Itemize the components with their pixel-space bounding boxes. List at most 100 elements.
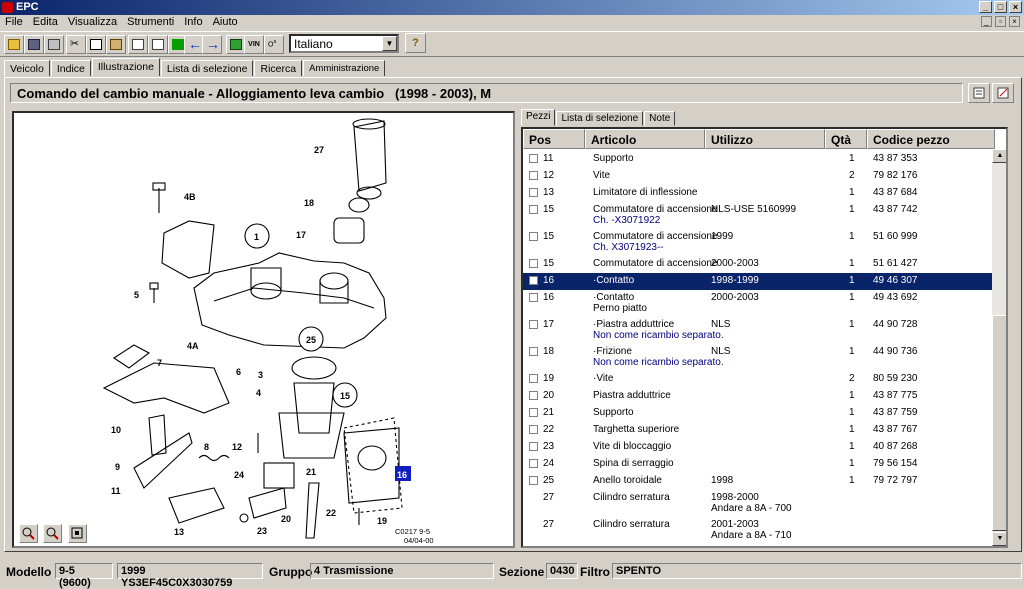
language-select[interactable]: Italiano ▼	[289, 34, 399, 53]
callout-16[interactable]: 16	[397, 470, 407, 480]
parts-diagram[interactable]: 27 18 17 4B 1 5 4A 7 6 3 4 25 15 10 8 12…	[14, 113, 513, 546]
menu-strumenti[interactable]: Strumenti	[122, 15, 179, 30]
callout-8[interactable]: 8	[204, 442, 209, 452]
menu-edita[interactable]: Edita	[28, 15, 63, 30]
cut-button[interactable]: ✂	[66, 35, 86, 54]
tab-amministrazione[interactable]: Amministrazione	[303, 60, 386, 76]
table-row[interactable]: 12 Vite 2 79 82 176	[523, 168, 993, 185]
row-checkbox[interactable]	[529, 171, 538, 180]
callout-20[interactable]: 20	[281, 514, 291, 524]
row-checkbox[interactable]	[529, 259, 538, 268]
row-checkbox[interactable]	[529, 232, 538, 241]
table-row[interactable]: 25 Anello toroidale 1998 1 79 72 797	[523, 473, 993, 490]
menu-file[interactable]: File	[0, 15, 28, 30]
callout-10[interactable]: 10	[111, 425, 121, 435]
close-button[interactable]: ×	[1009, 1, 1022, 13]
menu-visualizza[interactable]: Visualizza	[63, 15, 122, 30]
scroll-thumb[interactable]	[992, 315, 1006, 531]
tool-button-2[interactable]	[148, 35, 168, 54]
row-checkbox[interactable]	[529, 188, 538, 197]
help-button[interactable]: ?	[405, 33, 426, 53]
table-row[interactable]: 19 ·Vite 2 80 59 230	[523, 371, 993, 388]
callout-13[interactable]: 13	[174, 527, 184, 537]
callout-3[interactable]: 3	[258, 370, 263, 380]
callout-11[interactable]: 11	[111, 486, 121, 496]
callout-17[interactable]: 17	[296, 230, 306, 240]
row-checkbox[interactable]	[529, 320, 538, 329]
table-row[interactable]: 27 Cilindro serratura 1998-2000 Andare a 8A…	[523, 490, 993, 517]
callout-18[interactable]: 18	[304, 198, 314, 208]
callout-6[interactable]: 6	[236, 367, 241, 377]
table-row[interactable]: 15 Commutatore di accensione Ch. -X3071922…	[523, 202, 993, 229]
tab-illustrazione[interactable]: Illustrazione	[91, 58, 160, 76]
callout-5[interactable]: 5	[134, 290, 139, 300]
table-row[interactable]: 20 Piastra adduttrice 1 43 87 775	[523, 388, 993, 405]
table-row[interactable]: 15 Commutatore di accensione Ch. X3071923-…	[523, 229, 993, 256]
callout-12[interactable]: 12	[232, 442, 242, 452]
table-row[interactable]: 13 Limitatore di inflessione 1 43 87 684	[523, 185, 993, 202]
table-row[interactable]: 23 Vite di bloccaggio 1 40 87 268	[523, 439, 993, 456]
notes-button[interactable]	[992, 83, 1014, 103]
tab-ricerca[interactable]: Ricerca	[254, 60, 303, 76]
chevron-down-icon[interactable]: ▼	[382, 36, 397, 51]
doc-close-button[interactable]: ×	[1009, 16, 1020, 27]
row-checkbox[interactable]	[529, 374, 538, 383]
tool-button-5[interactable]: Os	[264, 35, 284, 54]
column-header-articolo[interactable]: Articolo	[585, 129, 705, 149]
row-checkbox[interactable]	[529, 347, 538, 356]
table-row[interactable]: 17 ·Piastra adduttrice Non come ricambio s…	[523, 317, 993, 344]
row-checkbox[interactable]	[529, 154, 538, 163]
callout-21[interactable]: 21	[306, 467, 316, 477]
open-button[interactable]	[4, 35, 24, 54]
callout-27[interactable]: 27	[314, 145, 324, 155]
print-button[interactable]	[44, 35, 64, 54]
table-row[interactable]: 15 Commutatore di accensione 2000-2003 1 51 …	[523, 256, 993, 273]
forward-button[interactable]: →	[202, 35, 222, 54]
save-button[interactable]	[24, 35, 44, 54]
doc-restore-button[interactable]: ▫	[995, 16, 1006, 27]
callout-4[interactable]: 4	[256, 388, 261, 398]
column-header-pos[interactable]: Pos	[523, 129, 585, 149]
paste-button[interactable]	[106, 35, 126, 54]
row-checkbox[interactable]	[529, 293, 538, 302]
callout-23[interactable]: 23	[257, 526, 267, 536]
vertical-scrollbar[interactable]: ▲ ▼	[992, 149, 1006, 546]
tool-button-1[interactable]	[128, 35, 148, 54]
menu-aiuto[interactable]: Aiuto	[208, 15, 243, 30]
scroll-up-icon[interactable]: ▲	[992, 149, 1006, 163]
callout-24[interactable]: 24	[234, 470, 244, 480]
row-checkbox[interactable]	[529, 442, 538, 451]
back-button[interactable]: ←	[184, 35, 204, 54]
tab-indice[interactable]: Indice	[50, 60, 91, 76]
scroll-down-icon[interactable]: ▼	[992, 532, 1006, 546]
vin-button[interactable]: VIN	[244, 35, 264, 54]
column-header-qta[interactable]: Qtà	[825, 129, 867, 149]
callout-15[interactable]: 15	[340, 391, 350, 401]
callout-4b[interactable]: 4B	[184, 192, 196, 202]
row-checkbox[interactable]	[529, 205, 538, 214]
table-row[interactable]: 11 Supporto 1 43 87 353	[523, 151, 993, 168]
zoom-fit-button[interactable]	[68, 524, 87, 543]
table-row[interactable]: 22 Targhetta superiore 1 43 87 767	[523, 422, 993, 439]
row-checkbox[interactable]	[529, 276, 538, 285]
zoom-in-button[interactable]	[19, 524, 38, 543]
maximize-button[interactable]: □	[994, 1, 1007, 13]
row-checkbox[interactable]	[529, 391, 538, 400]
tab-pezzi[interactable]: Pezzi	[521, 109, 556, 126]
callout-1[interactable]: 1	[254, 232, 259, 242]
table-row[interactable]: 24 Spina di serraggio 1 79 56 154	[523, 456, 993, 473]
table-row[interactable]: 21 Supporto 1 43 87 759	[523, 405, 993, 422]
tab-note[interactable]: Note	[644, 111, 676, 126]
callout-22[interactable]: 22	[326, 508, 336, 518]
callout-25[interactable]: 25	[306, 335, 316, 345]
row-checkbox[interactable]	[529, 408, 538, 417]
column-header-utilizzo[interactable]: Utilizzo	[705, 129, 825, 149]
table-row[interactable]: 27 Cilindro serratura 2001-2003 Andare a 8A…	[523, 517, 993, 544]
row-checkbox[interactable]	[529, 425, 538, 434]
callout-19[interactable]: 19	[377, 516, 387, 526]
menu-info[interactable]: Info	[179, 15, 207, 30]
illustration-panel[interactable]: 27 18 17 4B 1 5 4A 7 6 3 4 25 15 10 8 12…	[12, 111, 515, 548]
row-checkbox[interactable]	[529, 476, 538, 485]
copy-button[interactable]	[86, 35, 106, 54]
table-row[interactable]: 16 ·Contatto Perno piatto 2000-2003 1 49 43 6…	[523, 290, 993, 317]
